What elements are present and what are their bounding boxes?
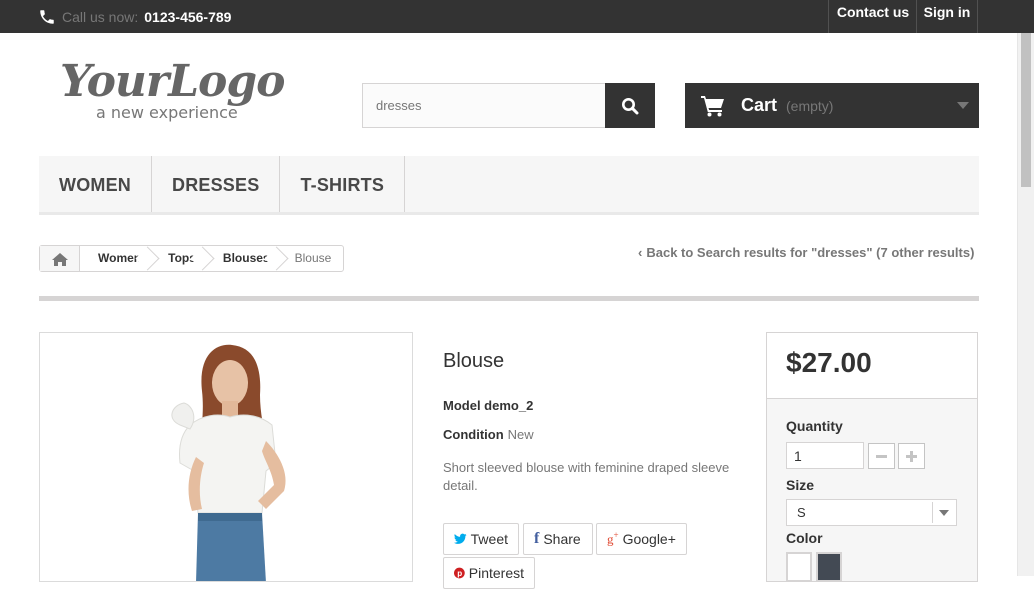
breadcrumb-home[interactable] bbox=[40, 246, 80, 271]
product-photo bbox=[40, 333, 412, 581]
cart-label: Cart bbox=[741, 95, 778, 115]
cart-icon bbox=[701, 95, 724, 116]
logo-image: YourLogo a new experience bbox=[60, 56, 286, 122]
search-bar bbox=[362, 83, 655, 128]
quantity-input[interactable] bbox=[786, 442, 864, 469]
product-condition: Condition New bbox=[443, 427, 534, 442]
plus-icon bbox=[906, 450, 917, 462]
product-description: Short sleeved blouse with feminine drape… bbox=[443, 460, 730, 493]
logo-text: YourLogo bbox=[60, 56, 285, 107]
search-input[interactable] bbox=[362, 83, 606, 128]
phone-info: Call us now: 0123-456-789 bbox=[38, 0, 231, 33]
back-to-search-link[interactable]: ‹ Back to Search results for "dresses" (7… bbox=[638, 245, 974, 260]
cart-status: (empty) bbox=[786, 97, 834, 114]
cart-button[interactable]: Cart (empty) bbox=[685, 83, 979, 128]
breadcrumb-women[interactable]: Women bbox=[80, 246, 150, 271]
product-reference: Model demo_2 bbox=[443, 398, 534, 413]
minus-icon bbox=[876, 454, 887, 458]
contact-us-link[interactable]: Contact us bbox=[828, 0, 917, 33]
pinterest-icon: p bbox=[454, 567, 465, 579]
phone-number: 0123-456-789 bbox=[144, 8, 232, 25]
breadcrumb-blouses[interactable]: Blouses bbox=[205, 246, 279, 271]
menu-item-dresses[interactable]: Dresses bbox=[152, 156, 281, 212]
scrollbar-thumb[interactable] bbox=[1021, 33, 1031, 187]
google-label: Google+ bbox=[622, 531, 676, 547]
condition-label: Condition bbox=[443, 427, 504, 442]
pinterest-button[interactable]: p Pinterest bbox=[443, 557, 535, 589]
product-image[interactable] bbox=[39, 332, 413, 582]
search-icon bbox=[622, 97, 639, 114]
chevron-down-icon bbox=[932, 502, 954, 523]
color-swatch-dark[interactable] bbox=[816, 552, 842, 582]
size-select[interactable]: S bbox=[786, 499, 957, 526]
home-icon bbox=[51, 252, 68, 266]
chevron-down-icon bbox=[957, 102, 969, 109]
tweet-button[interactable]: Tweet bbox=[443, 523, 519, 555]
chevron-left-icon: ‹ bbox=[638, 245, 643, 260]
svg-text:p: p bbox=[457, 569, 462, 578]
main-menu: Women Dresses T-shirts bbox=[39, 156, 979, 215]
logo-tagline: a new experience bbox=[96, 103, 238, 122]
phone-icon bbox=[40, 9, 54, 24]
facebook-icon: f bbox=[534, 530, 540, 547]
condition-value: New bbox=[507, 427, 534, 442]
menu-item-tshirts[interactable]: T-shirts bbox=[280, 156, 406, 212]
google-plus-icon: g+ bbox=[607, 530, 619, 547]
section-divider bbox=[39, 296, 979, 301]
pinterest-label: Pinterest bbox=[468, 565, 524, 581]
site-logo[interactable]: YourLogo a new experience bbox=[58, 54, 308, 126]
google-plus-button[interactable]: g+ Google+ bbox=[596, 523, 687, 555]
buy-box: $27.00 Quantity Size S Color bbox=[766, 332, 978, 582]
back-link-text: Back to Search results for "dresses" (7 … bbox=[646, 245, 975, 260]
twitter-icon bbox=[454, 533, 467, 544]
search-button[interactable] bbox=[605, 83, 655, 128]
quantity-plus-button[interactable] bbox=[898, 443, 925, 469]
sign-in-link[interactable]: Sign in bbox=[916, 0, 978, 33]
size-value: S bbox=[797, 505, 806, 520]
size-label: Size bbox=[786, 477, 815, 493]
share-label: Share bbox=[543, 531, 581, 547]
phone-label: Call us now: bbox=[62, 8, 139, 25]
quantity-minus-button[interactable] bbox=[868, 443, 895, 469]
color-label: Color bbox=[786, 530, 823, 546]
quantity-label: Quantity bbox=[786, 418, 843, 434]
menu-item-women[interactable]: Women bbox=[39, 156, 152, 212]
tweet-label: Tweet bbox=[470, 531, 508, 547]
product-price: $27.00 bbox=[786, 347, 872, 378]
price-area: $27.00 bbox=[767, 333, 977, 399]
page-scrollbar[interactable] bbox=[1017, 33, 1034, 576]
breadcrumb: Women Tops Blouses Blouse bbox=[39, 245, 345, 272]
top-bar: Call us now: 0123-456-789 Contact us Sig… bbox=[0, 0, 1034, 33]
facebook-share-button[interactable]: f Share bbox=[523, 523, 593, 555]
product-name: Blouse bbox=[443, 350, 505, 372]
color-swatch-white[interactable] bbox=[786, 552, 812, 582]
